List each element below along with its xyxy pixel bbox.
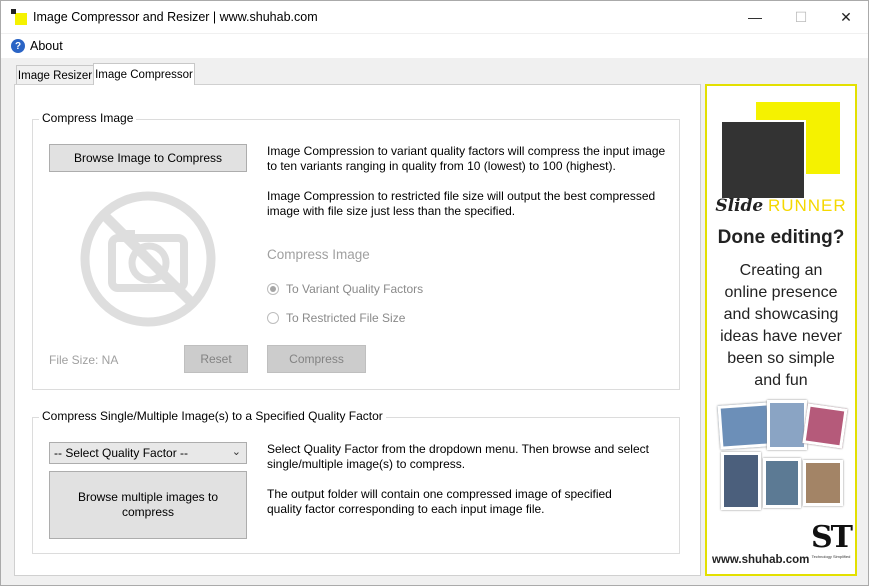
option-variant-quality[interactable]: To Variant Quality Factors [267,282,423,296]
file-size-label: File Size: NA [49,353,119,367]
ad-photo-collage [717,400,848,516]
option-restricted-size[interactable]: To Restricted File Size [267,311,405,325]
menu-item-about[interactable]: ? About [11,37,63,55]
no-image-icon [80,191,216,327]
compress-options-title: Compress Image [267,247,370,262]
minimize-icon: — [748,9,762,25]
option-variant-label: To Variant Quality Factors [286,282,424,296]
tab-panel: Compress Image Browse Image to Compress … [14,84,701,576]
window-title: Image Compressor and Resizer | www.shuha… [33,10,318,24]
ad-photo [721,452,761,510]
quality-factor-select-value: -- Select Quality Factor -- [54,446,189,460]
st-logo: ST Technology Simplified [811,520,853,560]
group-title: Compress Image [39,111,137,125]
ad-body: Creating an online presence and showcasi… [720,262,842,389]
maximize-button[interactable]: ☐ [778,1,824,33]
chevron-down-icon: ⌄ [231,446,241,458]
reset-button-label: Reset [200,352,232,366]
tab-label: Image Resizer [17,69,93,82]
compress-image-group: Compress Image Browse Image to Compress … [32,111,680,390]
minimize-button[interactable]: — [732,1,778,33]
tab-label: Image Compressor [95,68,193,81]
multiple-output-description: The output folder will contain one compr… [267,487,612,516]
restricted-compression-description: Image Compression to restricted file siz… [267,189,656,218]
compress-button-label: Compress [289,352,344,366]
ad-photo [803,460,843,506]
st-logo-text: ST [811,520,853,555]
tab-image-compressor[interactable]: Image Compressor [93,63,195,85]
menu-about-label: About [30,39,63,53]
browse-multiple-button-label: Browse multiple images to compress [77,490,219,519]
compress-button[interactable]: Compress [267,345,366,373]
radio-checked-icon [267,283,279,295]
menu-bar: ? About [1,34,868,58]
advertisement-banner[interactable]: Slide RUNNER Done editing? Creating an o… [705,84,857,576]
compress-multiple-group: Compress Single/Multiple Image(s) to a S… [32,409,680,554]
variant-compression-description: Image Compression to variant quality fac… [267,144,666,173]
group-title: Compress Single/Multiple Image(s) to a S… [39,409,386,423]
ad-photo [763,458,801,508]
browse-image-button[interactable]: Browse Image to Compress [49,144,247,172]
ad-dark-square [720,120,806,200]
ad-photo [767,400,807,450]
browse-multiple-button[interactable]: Browse multiple images to compress [49,471,247,539]
ad-brand: Slide RUNNER [707,196,855,216]
ad-photo [717,402,773,450]
tab-image-resizer[interactable]: Image Resizer [16,65,94,85]
quality-factor-select[interactable]: -- Select Quality Factor -- ⌄ [49,442,247,464]
reset-button[interactable]: Reset [184,345,248,373]
multiple-select-description: Select Quality Factor from the dropdown … [267,442,649,471]
browse-image-button-label: Browse Image to Compress [73,151,223,165]
ad-headline: Done editing? [717,227,845,248]
ad-brand-slide: Slide [715,196,764,216]
ad-brand-runner: RUNNER [767,196,847,215]
app-window: Image Compressor and Resizer | www.shuha… [0,0,869,586]
maximize-icon: ☐ [794,8,808,25]
radio-unchecked-icon [267,312,279,324]
help-icon: ? [11,39,25,53]
option-restricted-label: To Restricted File Size [286,311,406,325]
title-bar: Image Compressor and Resizer | www.shuha… [1,1,868,33]
ad-url: www.shuhab.com [712,554,810,566]
app-icon [11,9,27,25]
ad-photo [802,403,848,449]
close-button[interactable]: ✕ [823,1,869,33]
close-icon: ✕ [840,8,852,25]
st-logo-tagline: Technology Simplified [811,554,851,559]
